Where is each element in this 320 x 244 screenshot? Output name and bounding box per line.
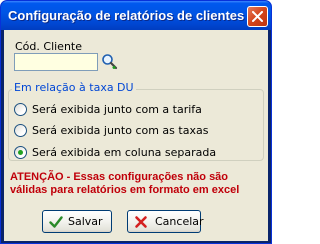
window-title: Configuração de relatórios de clientes [8,8,245,23]
radio-label[interactable]: Será exibida em coluna separada [32,146,216,159]
cancel-button[interactable]: Cancelar [127,210,204,233]
radio-circle-selected[interactable] [14,146,27,159]
warning-message: ATENÇÃO - Essas configurações não são vá… [10,171,240,196]
taxa-du-legend: Em relação à taxa DU [12,81,136,94]
save-button[interactable]: Salvar [42,210,112,233]
close-button[interactable] [247,6,268,27]
dialog-body: Cód. Cliente Em relação à taxa DU Será e… [4,30,268,241]
cod-cliente-input[interactable] [14,53,98,71]
radio-label[interactable]: Será exibida junto com a tarifa [32,103,202,116]
cod-cliente-label: Cód. Cliente [15,40,82,53]
search-client-button[interactable] [100,52,120,72]
radio-label[interactable]: Será exibida junto com as taxas [32,124,208,137]
radio-selected-dot [18,150,23,155]
radio-circle[interactable] [14,103,27,116]
radio-circle[interactable] [14,124,27,137]
save-button-label: Salvar [68,215,103,228]
cancel-button-label: Cancelar [155,215,204,228]
title-bar[interactable]: Configuração de relatórios de clientes [1,1,271,30]
dialog-window: Configuração de relatórios de clientes C… [0,0,272,244]
